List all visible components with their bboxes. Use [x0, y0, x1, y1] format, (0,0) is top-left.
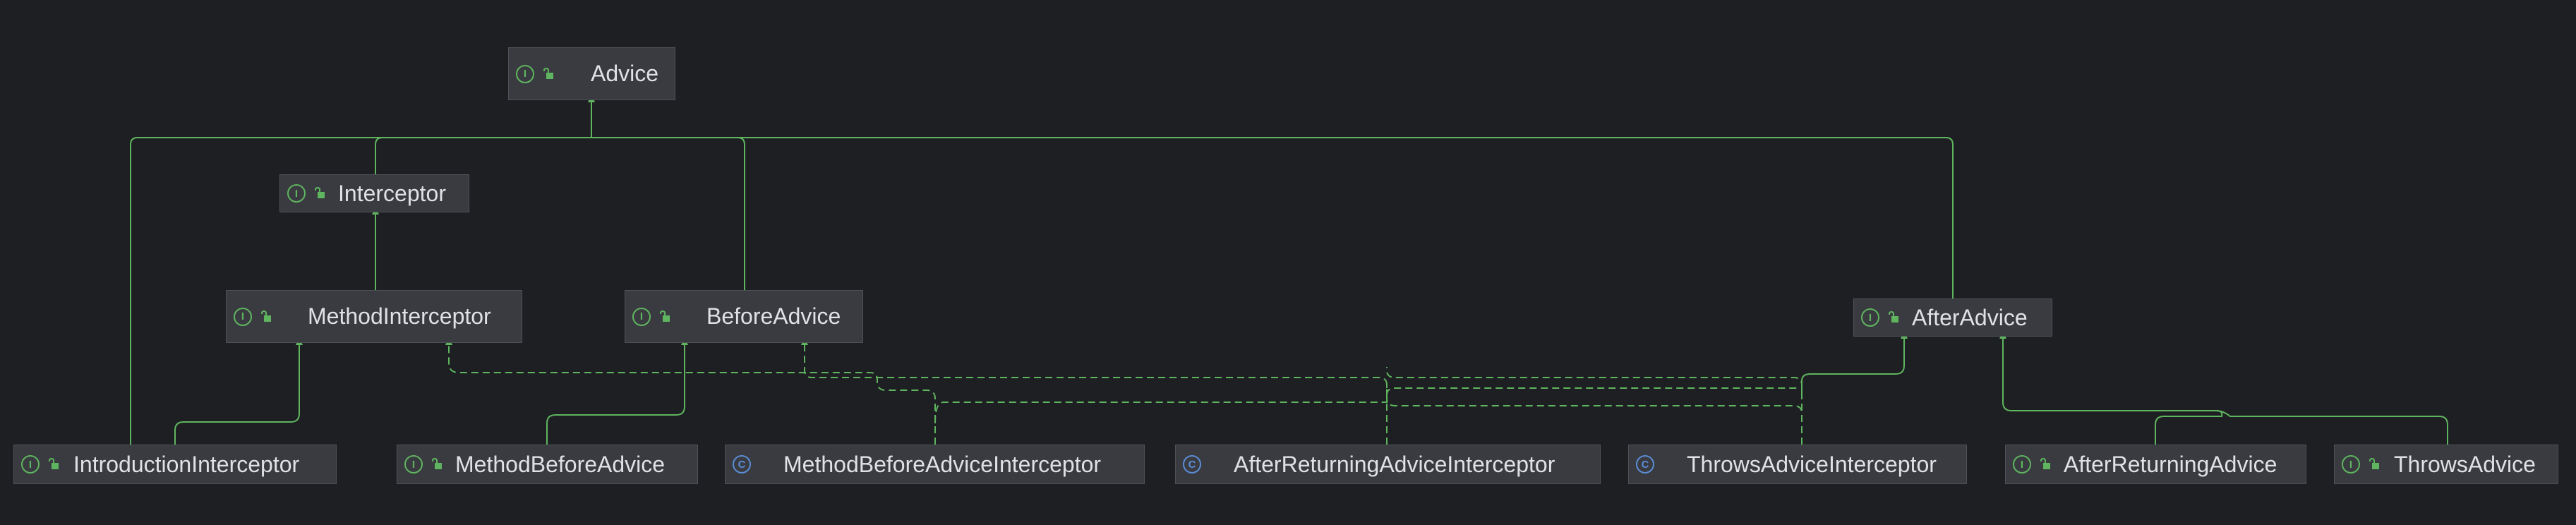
edge-method-before-advice-interceptor-to-method-interceptor-implements [445, 337, 936, 445]
edge-after-returning-advice-interceptor-to-after-advice-implements [1386, 387, 1798, 396]
interface-icon: I [404, 455, 423, 473]
public-lock-icon [432, 457, 442, 469]
class-icon: C [1636, 455, 1654, 473]
node-throws-advice[interactable]: I ThrowsAdvice [2334, 445, 2558, 484]
node-label: MethodBeforeAdvice [455, 451, 666, 477]
public-lock-icon [543, 67, 553, 79]
edge-method-before-advice-interceptor-to-before-advice-implements [801, 337, 1388, 424]
node-after-advice[interactable]: I AfterAdvice [1853, 298, 2052, 337]
edge-throws-advice-to-after-advice-extends [2215, 410, 2448, 445]
node-label: Interceptor [338, 180, 446, 206]
edge-throws-advice-interceptor-to-method-interceptor-implements [1386, 398, 1802, 445]
node-introduction-interceptor[interactable]: I IntroductionInterceptor [13, 445, 337, 484]
node-method-interceptor[interactable]: I MethodInterceptor [226, 290, 522, 343]
node-throws-advice-interceptor[interactable]: C ThrowsAdviceInterceptor [1628, 445, 1967, 484]
interface-icon: I [2013, 455, 2031, 473]
interface-icon: I [516, 64, 534, 83]
node-method-before-advice[interactable]: I MethodBeforeAdvice [397, 445, 698, 484]
edge-after-returning-advice-to-after-advice-extends [1999, 330, 2223, 445]
node-label: AfterReturningAdviceInterceptor [1234, 451, 1555, 477]
node-label: ThrowsAdviceInterceptor [1687, 451, 1937, 477]
edge-before-advice-to-advice-extends [591, 137, 745, 290]
node-advice[interactable]: I Advice [508, 47, 675, 100]
class-icon: C [1183, 455, 1201, 473]
interface-icon: I [1861, 308, 1879, 327]
node-label: MethodInterceptor [308, 303, 491, 329]
interface-icon: I [287, 184, 306, 203]
edge-throws-advice-interceptor-to-after-advice-extends [1801, 330, 1908, 395]
node-interceptor[interactable]: I Interceptor [279, 174, 469, 212]
public-lock-icon [1889, 310, 1898, 322]
node-label: AfterReturningAdvice [2064, 451, 2277, 477]
node-label: MethodBeforeAdviceInterceptor [783, 451, 1102, 477]
public-lock-icon [49, 457, 59, 469]
node-label: ThrowsAdvice [2394, 451, 2536, 477]
node-label: BeforeAdvice [706, 303, 841, 329]
interface-icon: I [234, 307, 252, 326]
node-label: IntroductionInterceptor [73, 451, 300, 477]
public-lock-icon [2040, 457, 2050, 469]
edge-method-before-advice-to-before-advice-extends [546, 337, 688, 445]
edge-introduction-interceptor-to-method-interceptor-extends [174, 337, 303, 445]
public-lock-icon [261, 310, 271, 322]
class-icon: C [733, 455, 751, 473]
node-after-returning-advice[interactable]: I AfterReturningAdvice [2005, 445, 2306, 484]
node-label: Advice [591, 61, 659, 86]
public-lock-icon [660, 310, 670, 322]
node-after-returning-advice-interceptor[interactable]: C AfterReturningAdviceInterceptor [1175, 445, 1601, 484]
public-lock-icon [2369, 457, 2379, 469]
interface-icon: I [21, 455, 40, 473]
node-before-advice[interactable]: I BeforeAdvice [625, 290, 863, 343]
interface-icon: I [2342, 455, 2360, 473]
public-lock-icon [315, 186, 325, 198]
interface-icon: I [632, 307, 651, 326]
node-label: AfterAdvice [1912, 304, 2028, 330]
edges-layer [130, 94, 2448, 445]
edge-after-advice-to-advice-extends [591, 137, 1954, 298]
node-method-before-advice-interceptor[interactable]: C MethodBeforeAdviceInterceptor [725, 445, 1145, 484]
